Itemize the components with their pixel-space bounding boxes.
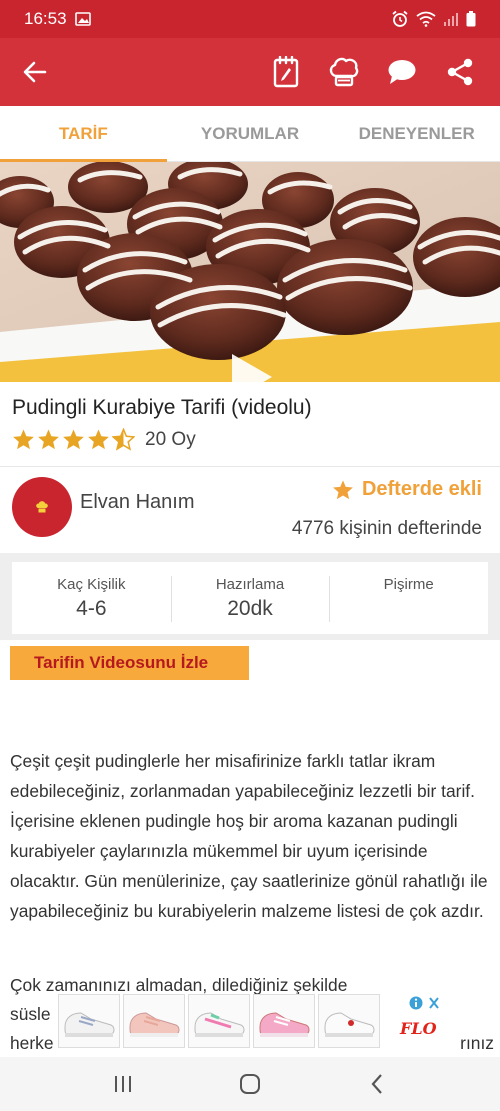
chef-hat-icon [329,57,359,87]
chat-bubble-icon [388,60,416,84]
tab-triers[interactable]: DENEYENLER [333,106,500,161]
share-button[interactable] [442,52,478,92]
ad-choices-icon[interactable] [408,995,442,1011]
star-half-icon [112,428,135,451]
favorite-label: Defterde ekli [361,478,482,500]
star-full-icon [13,429,34,450]
add-to-notebook-button[interactable]: Defterde ekli [332,478,482,501]
gallery-icon [74,12,91,26]
author-name[interactable]: Elvan Hanım [80,491,195,514]
recipe-description: Çeşit çeşit pudinglerle her misafirinize… [10,751,488,921]
status-bar: 16:53 [0,0,500,38]
author-avatar[interactable] [12,477,72,537]
back-nav-button[interactable] [357,1064,397,1104]
shoe-icon [324,1012,375,1037]
star-full-icon [88,429,109,450]
servings-label: Kaç Kişilik [57,576,126,593]
cook-time: Pişirme [329,562,488,634]
app-bar [0,38,500,106]
tab-bar: TARİF YORUMLAR DENEYENLER [0,106,500,162]
chevron-left-icon [371,1074,382,1094]
rating-count: 20 Oy [145,428,196,450]
star-full-icon [63,429,84,450]
prep-time: Hazırlama 20dk [170,562,330,634]
cookies-image [0,162,500,382]
signal-icon [444,13,458,26]
notebook-icon [273,56,299,88]
ad-shoe-image[interactable] [58,994,120,1048]
alarm-icon [392,10,408,27]
favorite-count: 4776 kişinin defterinde [291,518,482,539]
shoe-icon [64,1012,115,1037]
arrow-left-icon [23,61,47,83]
recipe-info-card: Kaç Kişilik 4-6 Hazırlama 20dk Pişirme [12,562,488,634]
chef-button[interactable] [326,52,362,92]
battery-icon [466,11,476,27]
shoe-icon [194,1012,245,1037]
recent-apps-icon [115,1076,132,1092]
ad-shoe-image[interactable] [318,994,380,1048]
back-button[interactable] [0,38,70,106]
prep-time-value: 20dk [227,597,273,620]
watch-video-button[interactable]: Tarifin Videosunu İzle [10,646,249,680]
tab-comments[interactable]: YORUMLAR [167,106,334,161]
ad-banner[interactable] [58,994,444,1050]
recipe-screen: 16:53 TARİF YORUMLAR DENEYENLER Pudingli… [0,0,500,1111]
prep-time-label: Hazırlama [215,576,285,593]
play-icon[interactable] [222,350,276,382]
system-nav-bar [0,1057,500,1111]
notebook-button[interactable] [268,52,304,92]
wifi-icon [416,11,436,27]
rating[interactable]: 20 Oy [12,428,196,451]
comment-button[interactable] [384,52,420,92]
recipe-title: Pudingli Kurabiye Tarifi (videolu) [12,396,312,419]
home-icon [239,1074,260,1094]
shoe-icon [129,1012,180,1037]
cook-time-label: Pişirme [383,576,434,593]
star-icon [333,479,353,499]
description-text: rınız [460,1033,494,1053]
ad-shoe-image[interactable] [188,994,250,1048]
divider [0,466,500,467]
recent-apps-button[interactable] [103,1064,143,1104]
recipe-video-thumbnail[interactable] [0,162,500,382]
ad-shoe-image[interactable] [253,994,315,1048]
description-text: herke [10,1033,54,1053]
tab-recipe[interactable]: TARİF [0,106,167,162]
ad-brand-logo[interactable]: FLO [400,1019,437,1038]
ad-shoe-image[interactable] [123,994,185,1048]
star-full-icon [38,429,59,450]
shoe-icon [259,1012,310,1037]
servings-value: 4-6 [76,597,107,620]
status-time: 16:53 [24,9,67,28]
share-icon [447,58,473,86]
home-button[interactable] [230,1064,270,1104]
chef-hat-icon [36,501,48,513]
servings: Kaç Kişilik 4-6 [12,562,171,634]
